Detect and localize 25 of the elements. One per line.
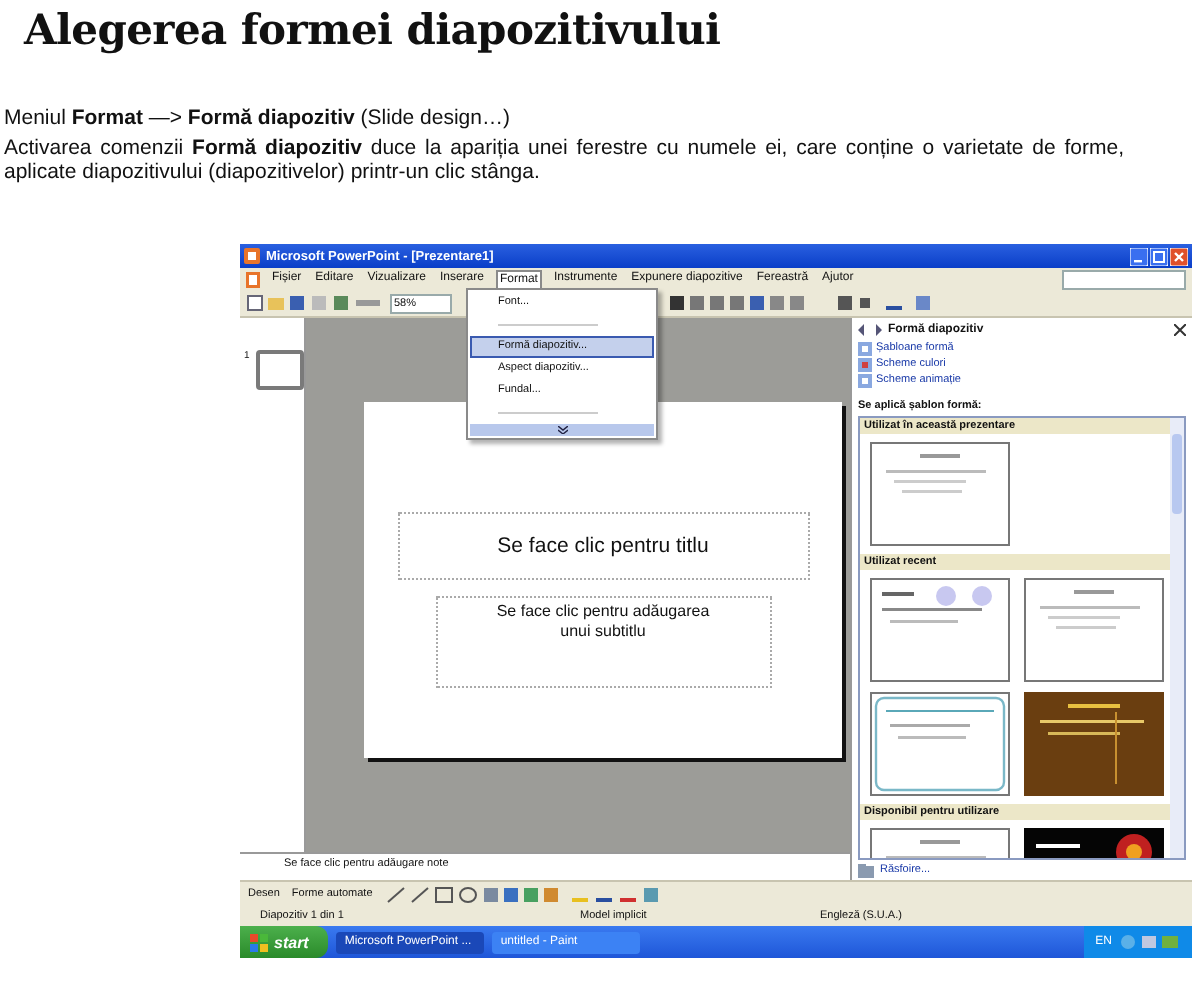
paragraph: Activarea comenzii Formă diapozitiv duce la apariția unei ferestre cu numele ei, care conține o varietate de forme, aplicate diapozitivului (diapozitivelor) printr-un clic stânga. (4, 136, 1124, 188)
design-thumbnail[interactable] (1024, 578, 1164, 682)
tray-icons-drawing (1120, 934, 1180, 950)
back-forward-icon[interactable] (858, 323, 882, 335)
minimize-icon[interactable] (1130, 247, 1148, 265)
title-placeholder[interactable]: Se face clic pentru titlu (397, 512, 809, 580)
app-icon (244, 248, 260, 264)
design-thumbnail[interactable] (870, 578, 1010, 682)
design-thumbnail[interactable] (870, 692, 1010, 796)
slide-thumbnail[interactable] (255, 350, 304, 390)
page-heading: Alegerea formei diapozitivului (21, 2, 723, 58)
menu-path-text: Meniul Format —> Formă diapozitiv (Slide design…) (4, 104, 512, 132)
close-icon[interactable] (1174, 323, 1186, 335)
document-icon (246, 271, 260, 287)
toolbar-icons-drawing (246, 294, 382, 312)
maximize-icon[interactable] (1150, 247, 1168, 265)
help-search-field[interactable] (1062, 269, 1186, 289)
design-thumbnail[interactable] (870, 442, 1010, 546)
windows-flag-icon (250, 933, 268, 951)
subtitle-placeholder[interactable]: Se face clic pentru adăugarea unui subtitlu (435, 596, 771, 688)
scrollbar[interactable] (1170, 418, 1184, 858)
design-thumbnail[interactable] (1024, 692, 1164, 796)
start-button[interactable]: start (240, 926, 329, 958)
folder-icon (858, 863, 874, 877)
chevron-icon (557, 426, 567, 434)
